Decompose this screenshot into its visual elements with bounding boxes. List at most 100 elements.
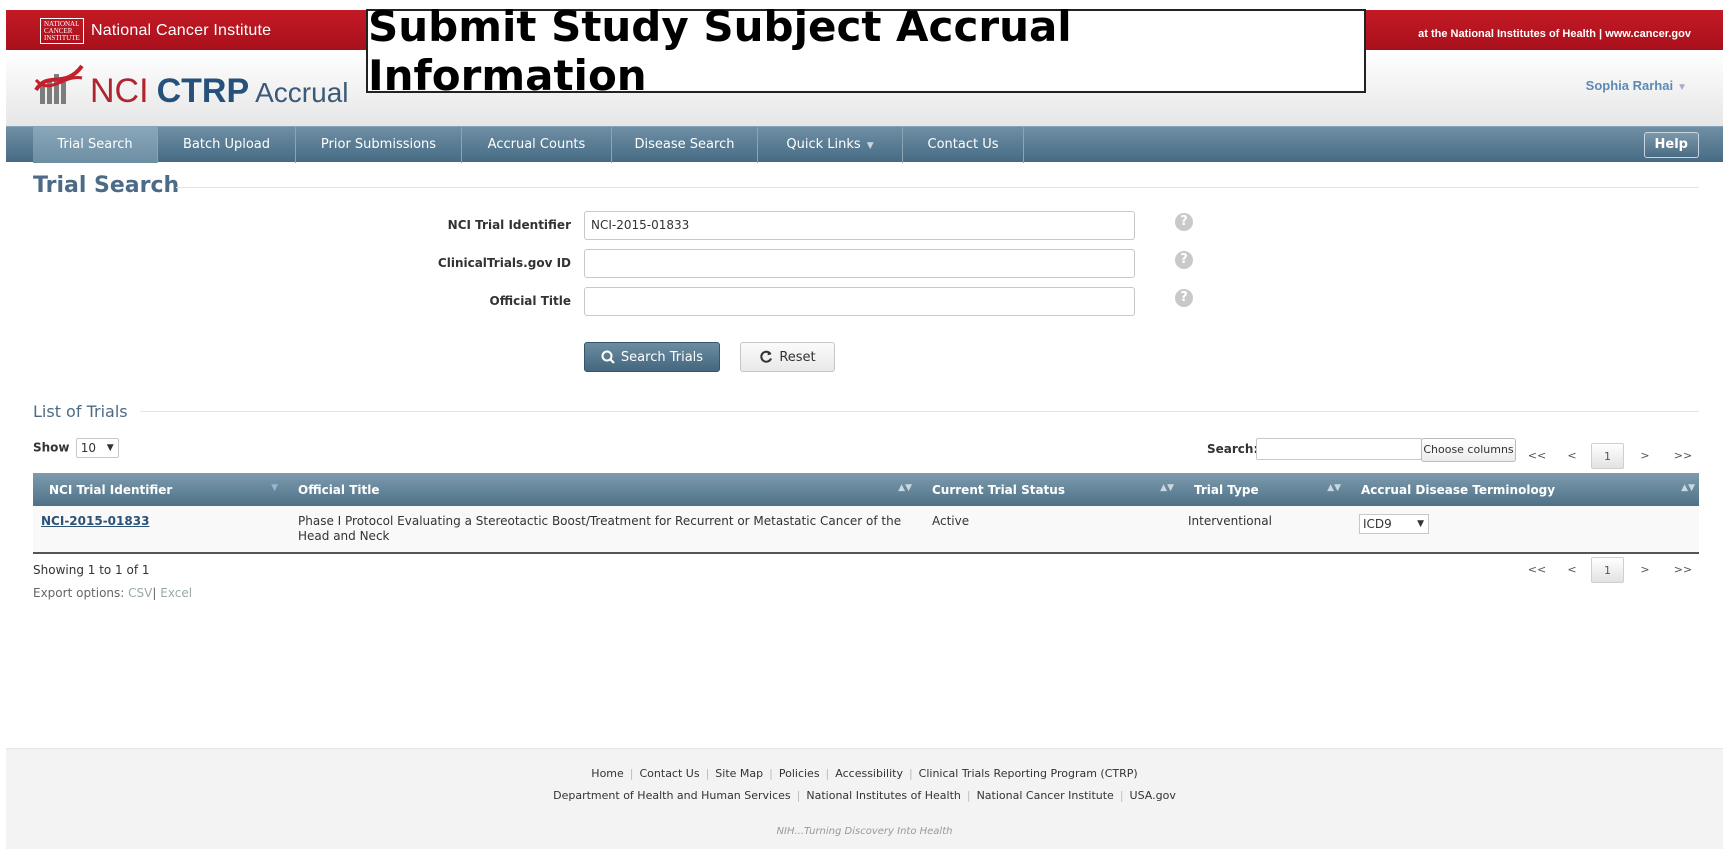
terminology-select[interactable]: ICD9 ▼ xyxy=(1359,514,1429,534)
page: National Cancer Institute National Cancer … xyxy=(0,0,1723,849)
nci-trial-id-input[interactable]: NCI-2015-01833 xyxy=(584,211,1135,240)
export-excel-link[interactable]: Excel xyxy=(160,586,192,600)
nav-batch-upload[interactable]: Batch Upload xyxy=(158,127,296,163)
section-divider xyxy=(176,187,1699,188)
column-header-status[interactable]: Current Trial Status ▲▼ xyxy=(916,473,1178,506)
last-page-button[interactable]: >> xyxy=(1673,443,1693,469)
footer-link-contact[interactable]: Contact Us xyxy=(640,767,700,780)
trial-id-link[interactable]: NCI-2015-01833 xyxy=(41,514,149,528)
search-trials-button[interactable]: Search Trials xyxy=(584,342,720,372)
next-page-button[interactable]: > xyxy=(1638,443,1652,469)
overlay-title: Submit Study Subject Accrual Information xyxy=(366,2,1366,100)
footer-link-policies[interactable]: Policies xyxy=(779,767,820,780)
footer-tagline-row: NIH...Turning Discovery Into Health xyxy=(6,824,1723,837)
section-divider xyxy=(140,411,1699,412)
nav-label: Contact Us xyxy=(927,137,999,152)
footer-links-row-1: Home | Contact Us | Site Map | Policies | Access… xyxy=(591,767,1138,780)
search-trials-label: Search Trials xyxy=(620,349,704,365)
clinicaltrials-id-input[interactable] xyxy=(584,249,1135,278)
trial-search-heading: Trial Search xyxy=(33,173,180,198)
logo-accrual-text: Accrual xyxy=(255,77,349,108)
nav-label: Quick Links xyxy=(786,137,861,152)
showing-info: Showing 1 to 1 of 1 xyxy=(33,563,150,577)
nav-label: Disease Search xyxy=(634,137,735,152)
help-question-icon[interactable]: ? xyxy=(1175,251,1193,269)
footer-link-home[interactable]: Home xyxy=(591,767,623,780)
table-search-input[interactable] xyxy=(1256,438,1422,460)
export-csv-link[interactable]: CSV xyxy=(128,586,152,600)
table-header-row: NCI Trial Identifier ▼ Official Title ▲▼ C… xyxy=(33,473,1699,506)
clinicaltrials-id-label: ClinicalTrials.gov ID xyxy=(437,256,571,270)
nav-contact-us[interactable]: Contact Us xyxy=(903,127,1024,163)
show-entries-control: Show 10 ▼ xyxy=(33,438,119,458)
current-page-button[interactable]: 1 xyxy=(1591,557,1624,583)
sort-icon: ▲▼ xyxy=(1327,483,1341,493)
nih-cancer-gov-link[interactable]: at the National Institutes of Health | w… xyxy=(1418,28,1691,40)
nci-trial-id-label: NCI Trial Identifier xyxy=(447,218,571,232)
footer-links-row-2: Department of Health and Human Services |… xyxy=(553,789,1176,802)
nav-accrual-counts[interactable]: Accrual Counts xyxy=(462,127,612,163)
nav-label: Trial Search xyxy=(57,137,133,152)
list-of-trials-heading: List of Trials xyxy=(33,402,128,421)
show-label: Show xyxy=(33,440,70,455)
nav-prior-submissions[interactable]: Prior Submissions xyxy=(296,127,462,163)
footer-link-accessibility[interactable]: Accessibility xyxy=(835,767,903,780)
reset-button[interactable]: Reset xyxy=(740,342,835,372)
help-question-icon[interactable]: ? xyxy=(1175,289,1193,307)
first-page-button[interactable]: << xyxy=(1527,557,1547,583)
cell-official-title: Phase I Protocol Evaluating a Stereotact… xyxy=(298,514,902,543)
column-header-terminology[interactable]: Accrual Disease Terminology ▲▼ xyxy=(1345,473,1699,506)
help-question-icon[interactable]: ? xyxy=(1175,213,1193,231)
last-page-button[interactable]: >> xyxy=(1673,557,1693,583)
prev-page-button[interactable]: < xyxy=(1565,443,1579,469)
sort-icon: ▲▼ xyxy=(898,483,912,493)
pagination-top: << < 1 > >> xyxy=(1525,443,1701,469)
nci-banner-title[interactable]: National Cancer Institute xyxy=(91,22,271,40)
footer-link-nih[interactable]: National Institutes of Health xyxy=(806,789,960,802)
refresh-icon xyxy=(760,350,773,363)
next-page-button[interactable]: > xyxy=(1638,557,1652,583)
column-header-label: Trial Type xyxy=(1194,482,1259,497)
chevron-down-icon: ▼ xyxy=(106,443,114,453)
cell-status: Active xyxy=(932,514,970,528)
footer-link-ctrp[interactable]: Clinical Trials Reporting Program (CTRP) xyxy=(919,767,1138,780)
column-header-label: Accrual Disease Terminology xyxy=(1361,482,1556,497)
page-size-select[interactable]: 10 ▼ xyxy=(75,438,119,458)
column-header-nci-id[interactable]: NCI Trial Identifier ▼ xyxy=(33,473,282,506)
nci-logo[interactable]: National Cancer Institute xyxy=(40,18,84,44)
nav-disease-search[interactable]: Disease Search xyxy=(612,127,758,163)
export-label: Export options: xyxy=(33,586,125,600)
cell-trial-type: Interventional xyxy=(1188,514,1272,528)
pagination-bottom: << < 1 > >> xyxy=(1525,557,1701,583)
separator: | xyxy=(152,586,157,600)
trials-table: NCI Trial Identifier ▼ Official Title ▲▼ C… xyxy=(33,473,1699,554)
footer-link-usagov[interactable]: USA.gov xyxy=(1130,789,1176,802)
nav-quick-links[interactable]: Quick Links ▼ xyxy=(758,127,903,163)
choose-columns-button[interactable]: Choose columns xyxy=(1421,438,1516,462)
user-name: Sophia Rarhai xyxy=(1585,78,1674,93)
footer-link-hhs[interactable]: Department of Health and Human Services xyxy=(553,789,791,802)
prev-page-button[interactable]: < xyxy=(1565,557,1579,583)
nav-label: Batch Upload xyxy=(182,137,271,152)
current-page-button[interactable]: 1 xyxy=(1591,443,1624,469)
column-header-official-title[interactable]: Official Title ▲▼ xyxy=(282,473,916,506)
nav-label: Accrual Counts xyxy=(487,137,586,152)
export-options: Export options: CSV| Excel xyxy=(33,586,192,600)
column-header-label: NCI Trial Identifier xyxy=(49,482,173,497)
nav-trial-search[interactable]: Trial Search xyxy=(33,127,158,163)
sort-icon: ▲▼ xyxy=(1681,483,1695,493)
first-page-button[interactable]: << xyxy=(1527,443,1547,469)
table-search-label: Search: xyxy=(1207,442,1259,456)
user-menu[interactable]: Sophia Rarhai ▼ xyxy=(1586,78,1687,93)
cell-terminology: ICD9 ▼ xyxy=(1345,506,1699,553)
column-header-trial-type[interactable]: Trial Type ▲▼ xyxy=(1178,473,1345,506)
footer-link-nci[interactable]: National Cancer Institute xyxy=(977,789,1114,802)
logo-nci-text: NCI xyxy=(90,72,149,110)
sort-icon: ▲▼ xyxy=(1160,483,1174,493)
official-title-input[interactable] xyxy=(584,287,1135,316)
help-button[interactable]: Help xyxy=(1643,132,1699,158)
chevron-down-icon: ▼ xyxy=(866,141,874,151)
footer-link-sitemap[interactable]: Site Map xyxy=(715,767,763,780)
chevron-down-icon: ▼ xyxy=(1677,82,1687,93)
nav-label: Prior Submissions xyxy=(320,137,437,152)
